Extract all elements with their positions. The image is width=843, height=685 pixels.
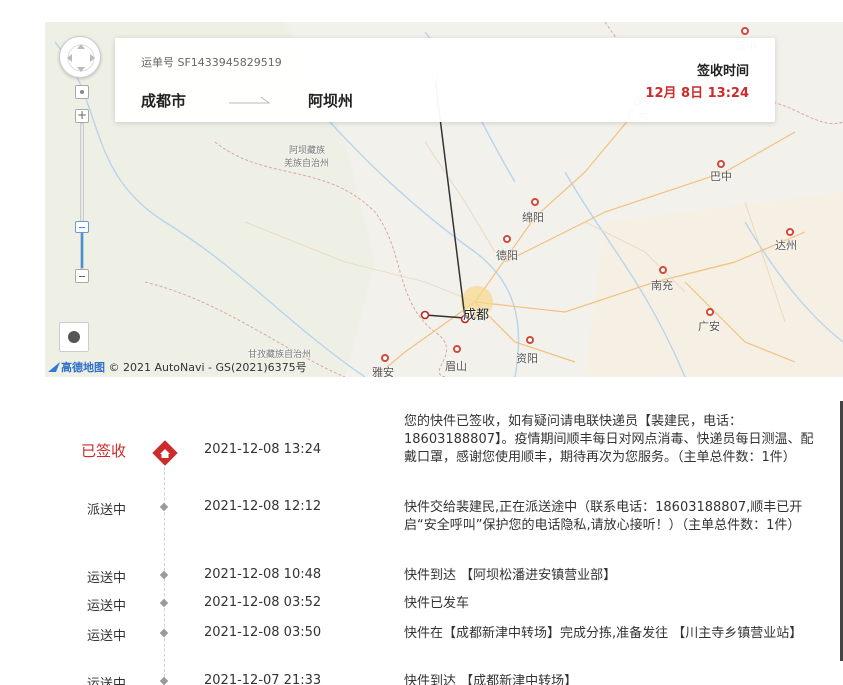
city-label-chengdu: 成都	[463, 308, 490, 323]
city-label-ziyang: 资阳	[516, 352, 538, 365]
timeline-node	[159, 676, 169, 685]
city-label-guangan: 广安	[698, 320, 720, 333]
route-arrow-icon	[229, 96, 271, 104]
city-label-dazhou: 达州	[775, 239, 797, 252]
amap-logo[interactable]: 高德地图	[47, 359, 105, 375]
timeline-desc: 快件在【成都新津中转场】完成分拣,准备发往 【川主寺乡镇营业站】	[404, 626, 803, 641]
timeline-status: 运送中	[86, 571, 126, 586]
timeline-status: 运送中	[86, 629, 126, 644]
city-label-yaan: 雅安	[372, 366, 394, 377]
timeline-node	[159, 628, 169, 638]
map-attribution: 高德地图 © 2021 AutoNavi - GS(2021)6375号	[47, 359, 307, 375]
destination-city: 阿坝州	[308, 92, 354, 110]
timeline-status: 派送中	[86, 503, 126, 518]
signed-home-icon	[152, 440, 178, 466]
region-label-aba-2: 羌族自治州	[284, 159, 330, 169]
route-map[interactable]: 汉中 广元 巴中 绵阳 德阳 达州 南充 广安 成都 资阳 眉山 雅安 阿坝藏族…	[45, 22, 843, 377]
sign-time-label: 签收时间	[696, 64, 749, 79]
origin-city: 成都市	[141, 92, 187, 110]
compass-control[interactable]	[59, 36, 101, 78]
city-label-nanchong: 南充	[651, 279, 673, 292]
locate-button[interactable]	[59, 322, 89, 352]
timeline-node	[159, 598, 169, 608]
city-label-meishan: 眉山	[445, 360, 467, 373]
city-label-mianyang: 绵阳	[522, 211, 544, 224]
zoom-slider-track[interactable]	[80, 123, 84, 269]
timeline-time: 2021-12-08 03:50	[204, 625, 322, 640]
timeline-desc: 您的快件已签收，如有疑问请电联快递员【裴建民，电话：18603188807】。疫…	[404, 414, 814, 465]
city-label-deyang: 德阳	[496, 249, 518, 262]
timeline-desc: 快件到达 【成都新津中转场】	[404, 674, 578, 685]
city-label-bazhong: 巴中	[710, 170, 732, 183]
timeline-time: 2021-12-08 13:24	[204, 442, 322, 457]
timeline-time: 2021-12-07 21:33	[204, 673, 322, 685]
waybill-number: 运单号 SF1433945829519	[141, 56, 282, 69]
timeline-desc: 快件已发车	[404, 596, 470, 611]
waybill-info-card: 运单号 SF1433945829519 成都市 阿坝州 签收时间 12月 8日 …	[115, 38, 775, 122]
zoom-slider-handle[interactable]	[75, 221, 89, 233]
region-label-aba-1: 阿坝藏族	[289, 146, 326, 156]
timeline-desc: 快件到达 【阿坝松潘进安镇营业部】	[404, 568, 617, 583]
timeline-node	[159, 502, 169, 512]
timeline-node	[159, 570, 169, 580]
timeline-desc: 快件交给裴建民,正在派送途中（联系电话：18603188807,顺丰已开启“安全…	[404, 500, 803, 533]
timeline-status: 运送中	[86, 677, 126, 685]
tracking-timeline[interactable]: 已签收 2021-12-08 13:24 您的快件已签收，如有疑问请电联快递员【…	[0, 377, 843, 685]
amap-logo-icon	[48, 362, 60, 372]
compass-icon	[67, 44, 95, 72]
timeline-time: 2021-12-08 12:12	[204, 499, 322, 514]
zoom-out-button[interactable]	[75, 269, 89, 283]
timeline-time: 2021-12-08 10:48	[204, 567, 322, 582]
sign-time-value: 12月 8日 13:24	[645, 86, 749, 101]
copyright-text: © 2021 AutoNavi - GS(2021)6375号	[108, 361, 307, 374]
amap-logo-text: 高德地图	[61, 361, 105, 374]
zoom-in-button[interactable]: +	[75, 109, 89, 123]
timeline-time: 2021-12-08 03:52	[204, 595, 322, 610]
zoom-reset-button[interactable]	[75, 85, 89, 99]
timeline-status: 运送中	[86, 599, 126, 614]
timeline-connector	[164, 452, 165, 685]
timeline-status: 已签收	[80, 442, 126, 460]
